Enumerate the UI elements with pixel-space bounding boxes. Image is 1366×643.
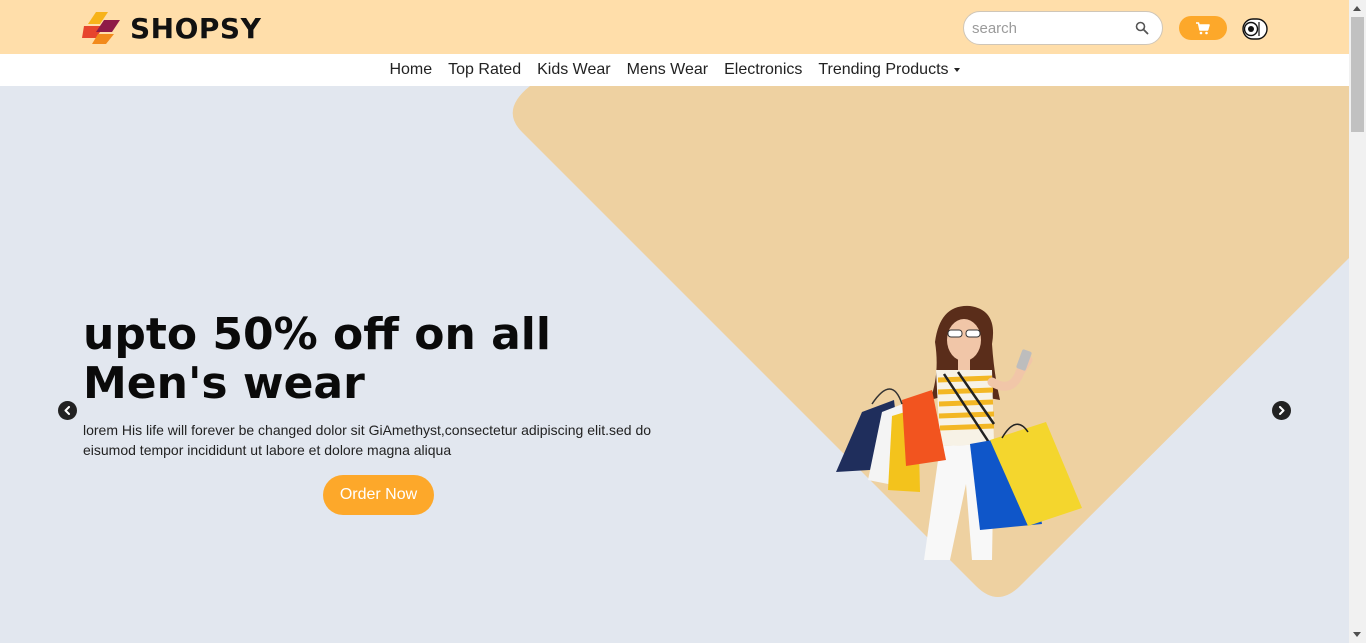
search-icon[interactable]: [1134, 20, 1150, 36]
search-input[interactable]: [972, 19, 1132, 37]
order-now-button[interactable]: Order Now: [323, 475, 434, 515]
hero-description: lorem His life will forever be changed d…: [83, 422, 652, 458]
nav-item-trending-products-label: Trending Products: [818, 61, 949, 78]
chevron-right-icon: [1279, 406, 1285, 415]
scroll-up-arrow-icon[interactable]: [1353, 6, 1361, 11]
cart-icon: [1196, 21, 1210, 34]
hero-carousel: upto 50% off on all Men's wear lorem His…: [0, 86, 1349, 643]
chevron-left-icon: [64, 406, 70, 415]
cart-button[interactable]: [1179, 16, 1227, 40]
nav-item-electronics[interactable]: Electronics: [716, 61, 810, 79]
brand-name: SHOPSY: [130, 11, 262, 45]
scroll-down-arrow-icon[interactable]: [1353, 632, 1361, 637]
carousel-next-button[interactable]: [1272, 401, 1291, 420]
scrollbar-thumb[interactable]: [1351, 17, 1364, 132]
nav-item-home[interactable]: Home: [381, 61, 440, 79]
theme-toggle-button[interactable]: [1242, 16, 1268, 42]
theme-toggle-icon: [1242, 18, 1268, 40]
top-header: SHOPSY: [0, 0, 1349, 54]
caret-down-icon: [953, 68, 960, 72]
carousel-prev-button[interactable]: [58, 401, 77, 420]
nav-item-trending-products[interactable]: Trending Products: [810, 61, 967, 79]
brand[interactable]: SHOPSY: [82, 10, 261, 46]
nav-item-mens-wear[interactable]: Mens Wear: [619, 61, 717, 79]
hero-model-image: [836, 305, 1082, 560]
brand-logo-icon: [82, 12, 120, 44]
main-nav: Home Top Rated Kids Wear Mens Wear Elect…: [0, 54, 1349, 86]
hero-title: upto 50% off on all Men's wear: [83, 309, 551, 409]
nav-item-top-rated[interactable]: Top Rated: [440, 61, 529, 79]
page-scrollbar[interactable]: [1349, 0, 1366, 643]
search-box[interactable]: [963, 11, 1163, 45]
nav-item-kids-wear[interactable]: Kids Wear: [529, 61, 619, 79]
